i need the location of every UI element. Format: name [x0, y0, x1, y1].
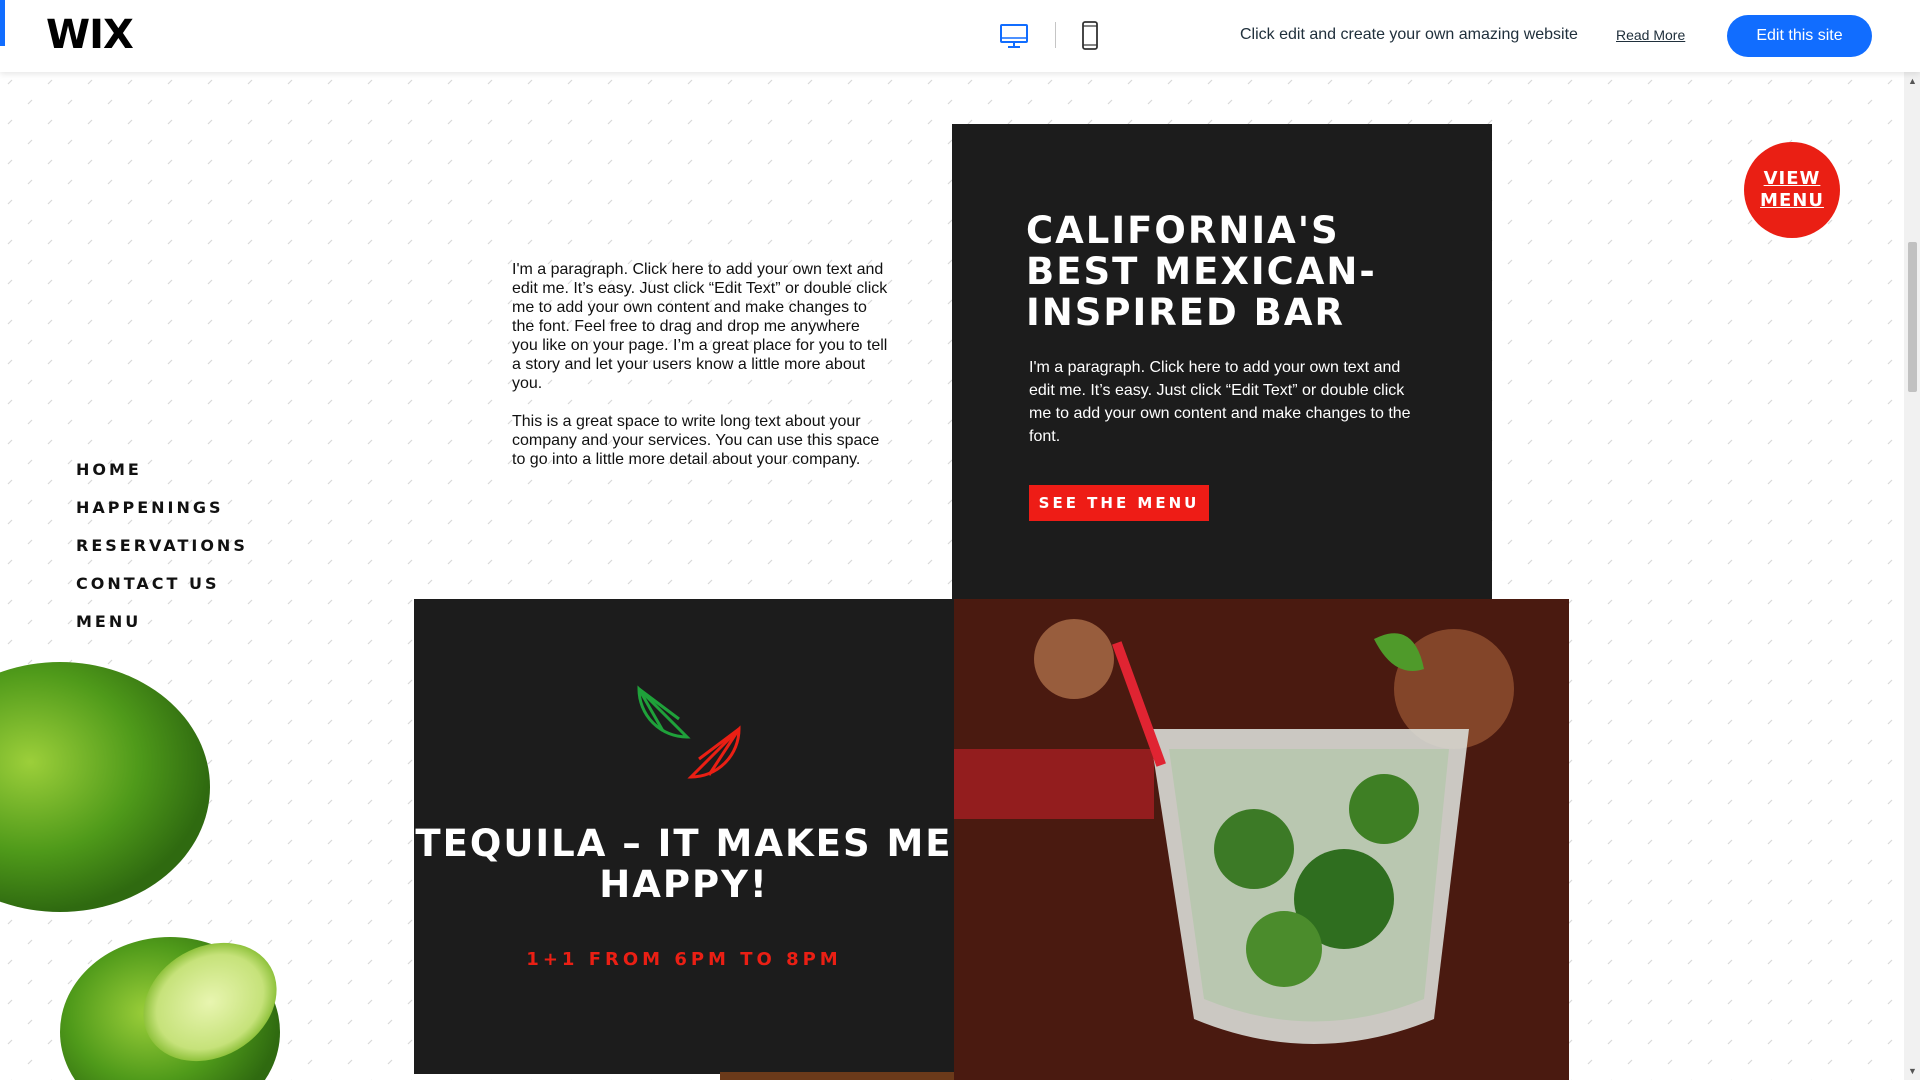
cocktail-photo	[954, 599, 1569, 1080]
read-more-link[interactable]: Read More	[1616, 27, 1685, 43]
feature-box: CALIFORNIA'S BEST MEXICAN-INSPIRED BAR I…	[952, 124, 1492, 600]
cocktail-illustration	[954, 599, 1569, 1080]
edit-site-button[interactable]: Edit this site	[1727, 15, 1872, 57]
nav-item-contact-us[interactable]: CONTACT US	[76, 574, 248, 594]
feature-title: CALIFORNIA'S BEST MEXICAN-INSPIRED BAR	[1026, 209, 1377, 334]
view-menu-line1: VIEW	[1763, 168, 1821, 189]
scroll-down-icon[interactable]: ▼	[1908, 1066, 1917, 1076]
tequila-subtitle: 1+1 FROM 6PM TO 8PM	[526, 949, 842, 970]
wix-logo[interactable]: WIX	[46, 12, 134, 58]
lime-image	[0, 662, 280, 1080]
device-separator	[1055, 22, 1056, 48]
mobile-icon[interactable]	[1078, 20, 1102, 52]
nav-item-menu[interactable]: MENU	[76, 612, 248, 632]
nav-item-home[interactable]: HOME	[76, 460, 248, 480]
photo-strip	[720, 1072, 954, 1080]
feature-paragraph: I'm a paragraph. Click here to add your …	[1029, 359, 1411, 445]
see-menu-button[interactable]: SEE THE MENU	[1029, 485, 1209, 521]
desktop-icon[interactable]	[998, 20, 1030, 52]
intro-paragraph-1: I'm a paragraph. Click here to add your …	[512, 261, 888, 392]
top-bar: WIX Click edit and create your own amazi…	[0, 0, 1920, 72]
main-nav: HOME HAPPENINGS RESERVATIONS CONTACT US …	[76, 460, 248, 650]
site-page: HOME HAPPENINGS RESERVATIONS CONTACT US …	[0, 72, 1904, 1080]
nav-item-reservations[interactable]: RESERVATIONS	[76, 536, 248, 556]
tequila-box: TEQUILA – IT MAKES ME HAPPY! 1+1 FROM 6P…	[414, 599, 954, 1074]
promo-text: Click edit and create your own amazing w…	[1240, 26, 1578, 43]
scrollbar[interactable]	[1904, 72, 1920, 1080]
nav-item-happenings[interactable]: HAPPENINGS	[76, 498, 248, 518]
scroll-up-icon[interactable]: ▲	[1908, 76, 1917, 86]
tequila-title: TEQUILA – IT MAKES ME HAPPY!	[415, 822, 953, 906]
lime-slices-icon	[637, 685, 741, 779]
view-menu-button[interactable]: VIEW MENU	[1744, 142, 1840, 238]
scrollbar-thumb[interactable]	[1908, 242, 1917, 392]
view-menu-line2: MENU	[1760, 190, 1824, 211]
intro-text: I'm a paragraph. Click here to add your …	[512, 260, 888, 488]
top-bar-accent	[0, 0, 5, 46]
intro-paragraph-2: This is a great space to write long text…	[512, 413, 880, 468]
